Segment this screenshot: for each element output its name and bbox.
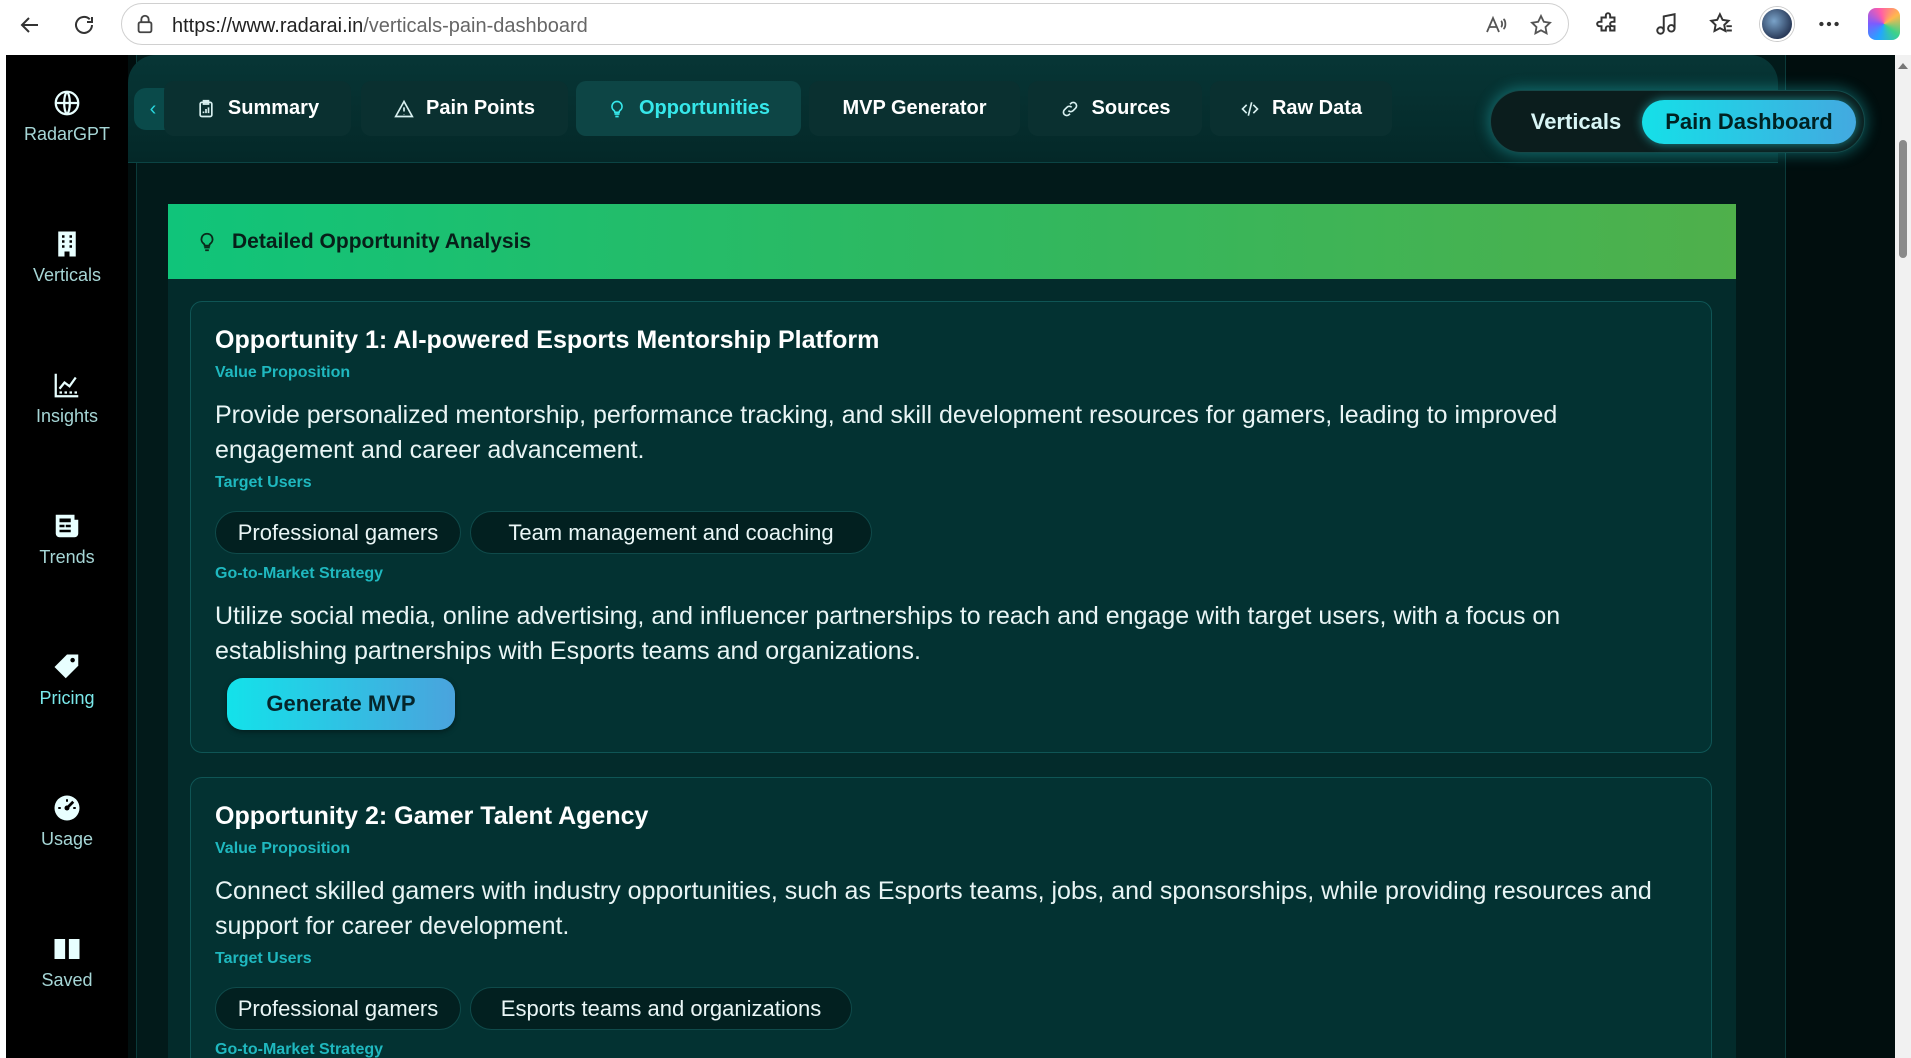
target-user-chip: Esports teams and organizations bbox=[470, 987, 852, 1030]
tab-opportunities[interactable]: Opportunities bbox=[576, 81, 801, 136]
url-domain: https://www.radarai.in bbox=[172, 15, 364, 37]
code-icon bbox=[1240, 99, 1260, 119]
clipboard-icon bbox=[196, 99, 216, 119]
section-header: Detailed Opportunity Analysis bbox=[168, 204, 1736, 279]
sidebar-item-label: Verticals bbox=[32, 264, 102, 285]
sidebar-item-label: Insights bbox=[35, 405, 99, 426]
more-options-icon[interactable] bbox=[1815, 10, 1843, 38]
gtm-strategy-label: Go-to-Market Strategy bbox=[215, 565, 384, 582]
section-title: Detailed Opportunity Analysis bbox=[232, 229, 532, 253]
favorite-star-icon[interactable] bbox=[1529, 13, 1553, 37]
globe-icon bbox=[52, 88, 82, 118]
target-users-label: Target Users bbox=[215, 950, 312, 967]
tab-label: Pain Points bbox=[426, 97, 535, 119]
tab-label: Raw Data bbox=[1271, 97, 1363, 119]
read-aloud-icon[interactable] bbox=[1484, 13, 1508, 37]
sidebar-item-label: Pricing bbox=[39, 687, 95, 708]
target-user-chip: Professional gamers bbox=[215, 511, 461, 554]
toggle-verticals[interactable]: Verticals bbox=[1501, 100, 1651, 144]
tab-pain-points[interactable]: Pain Points bbox=[361, 81, 568, 136]
sidebar-item-label: RadarGPT bbox=[23, 123, 111, 144]
generate-mvp-button[interactable]: Generate MVP bbox=[227, 678, 455, 730]
sidebar: RadarGPT Verticals Insights Trends Prici… bbox=[6, 55, 128, 1058]
warning-icon bbox=[394, 99, 414, 119]
value-proposition-text: Connect skilled gamers with industry opp… bbox=[215, 877, 1652, 940]
app-container: RadarGPT Verticals Insights Trends Prici… bbox=[6, 55, 1896, 1058]
sidebar-item-insights[interactable]: Insights bbox=[6, 353, 128, 443]
tab-raw-data[interactable]: Raw Data bbox=[1210, 81, 1392, 136]
tab-mvp-generator[interactable]: MVP Generator bbox=[809, 81, 1020, 136]
url-path: /verticals-pain-dashboard bbox=[363, 15, 588, 37]
tab-label: Opportunities bbox=[638, 97, 771, 119]
main-panel: ‹ Summary Pain Points Opportunities MVP … bbox=[128, 55, 1896, 1058]
tab-summary[interactable]: Summary bbox=[164, 81, 351, 136]
gauge-icon bbox=[52, 793, 82, 823]
opportunity-analysis-section: Detailed Opportunity Analysis Opportunit… bbox=[168, 204, 1736, 1058]
toggle-pain-dashboard[interactable]: Pain Dashboard bbox=[1642, 100, 1856, 144]
value-proposition-label: Value Proposition bbox=[215, 364, 351, 381]
tab-sources[interactable]: Sources bbox=[1028, 81, 1202, 136]
newspaper-icon bbox=[52, 511, 82, 541]
sidebar-item-label: Usage bbox=[40, 828, 94, 849]
lightbulb-icon bbox=[196, 231, 218, 253]
scroll-thumb[interactable] bbox=[1899, 140, 1907, 258]
opportunity-card: Opportunity 1: AI-powered Esports Mentor… bbox=[190, 301, 1712, 753]
back-arrow-icon[interactable] bbox=[12, 7, 48, 43]
gtm-strategy-label: Go-to-Market Strategy bbox=[215, 1041, 384, 1058]
scroll-up-arrow-icon[interactable] bbox=[1898, 63, 1908, 69]
sidebar-item-radargpt[interactable]: RadarGPT bbox=[6, 71, 128, 161]
extensions-icon[interactable] bbox=[1594, 10, 1622, 38]
book-icon bbox=[52, 934, 82, 964]
browser-toolbar: https://www.radarai.in/verticals-pain-da… bbox=[0, 0, 1911, 50]
section-body: Opportunity 1: AI-powered Esports Mentor… bbox=[168, 279, 1736, 1058]
tab-label: Sources bbox=[1091, 97, 1171, 119]
tab-label: Summary bbox=[227, 97, 320, 119]
value-proposition-text: Provide personalized mentorship, perform… bbox=[215, 401, 1558, 464]
opportunity-card: Opportunity 2: Gamer Talent Agency Value… bbox=[190, 777, 1712, 1058]
url-text[interactable]: https://www.radarai.in/verticals-pain-da… bbox=[172, 15, 588, 38]
target-users-label: Target Users bbox=[215, 474, 312, 491]
chart-icon bbox=[52, 370, 82, 400]
media-control-icon[interactable] bbox=[1653, 10, 1681, 38]
value-proposition-label: Value Proposition bbox=[215, 840, 351, 857]
sidebar-item-trends[interactable]: Trends bbox=[6, 494, 128, 584]
lightbulb-icon bbox=[607, 99, 627, 119]
sidebar-item-saved[interactable]: Saved bbox=[6, 917, 128, 1007]
opportunity-title: Opportunity 2: Gamer Talent Agency bbox=[215, 802, 649, 830]
page-scrollbar[interactable] bbox=[1895, 55, 1911, 1058]
sidebar-item-verticals[interactable]: Verticals bbox=[6, 212, 128, 302]
reload-icon[interactable] bbox=[66, 7, 102, 43]
lock-icon[interactable] bbox=[134, 13, 156, 35]
target-user-chip: Professional gamers bbox=[215, 987, 461, 1030]
view-toggle: Verticals Pain Dashboard bbox=[1490, 90, 1865, 153]
building-icon bbox=[52, 229, 82, 259]
tab-label: MVP Generator bbox=[842, 97, 987, 119]
sidebar-item-usage[interactable]: Usage bbox=[6, 776, 128, 866]
sidebar-item-label: Trends bbox=[39, 546, 95, 567]
favorites-icon[interactable] bbox=[1707, 10, 1735, 38]
tag-icon bbox=[52, 652, 82, 682]
target-user-chip: Team management and coaching bbox=[470, 511, 872, 554]
copilot-icon[interactable] bbox=[1868, 8, 1900, 40]
profile-avatar[interactable] bbox=[1760, 7, 1794, 41]
sidebar-item-pricing[interactable]: Pricing bbox=[6, 635, 128, 725]
opportunity-title: Opportunity 1: AI-powered Esports Mentor… bbox=[215, 326, 880, 354]
link-icon bbox=[1060, 99, 1080, 119]
gtm-strategy-text: Utilize social media, online advertising… bbox=[215, 602, 1561, 665]
address-bar[interactable]: https://www.radarai.in/verticals-pain-da… bbox=[121, 3, 1569, 45]
sidebar-item-label: Saved bbox=[41, 969, 93, 990]
